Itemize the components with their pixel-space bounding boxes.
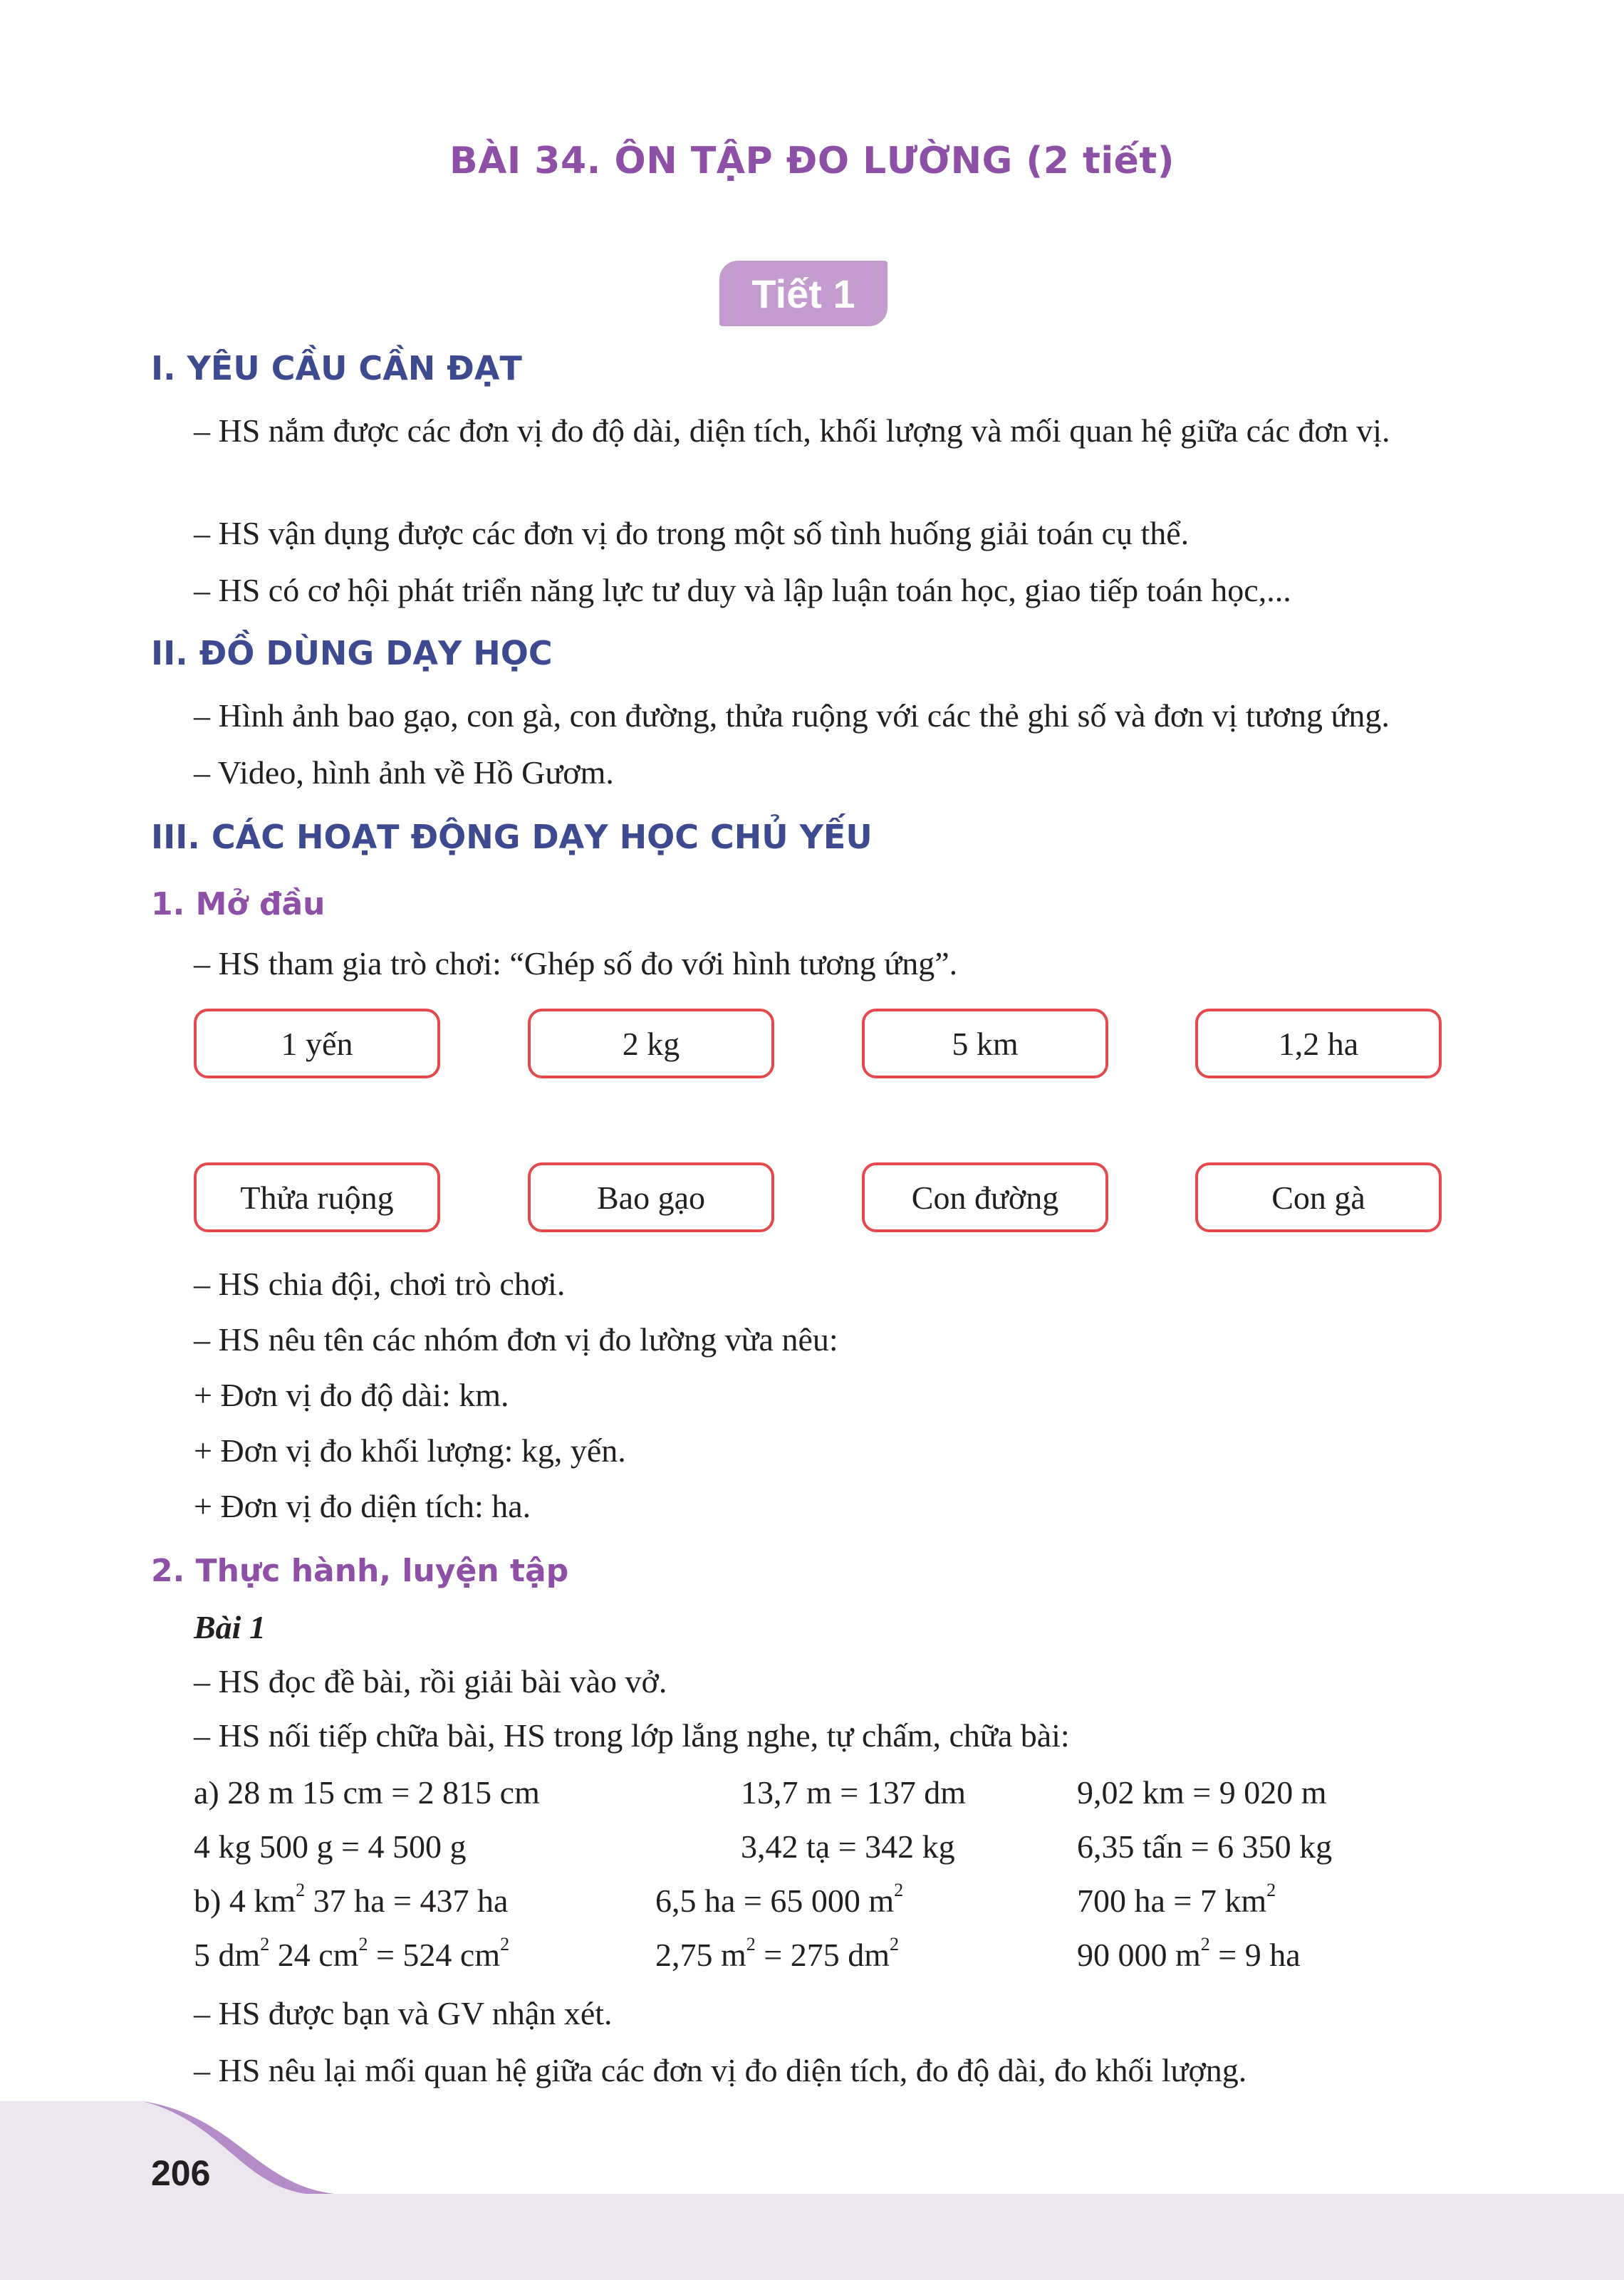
answer-cell: 5 dm2 24 cm2 = 524 cm2: [194, 1934, 510, 1974]
object-card: Con gà: [1195, 1162, 1442, 1232]
answer-cell: b) 4 km2 37 ha = 437 ha: [194, 1880, 509, 1920]
exercise-title: Bài 1: [194, 1609, 266, 1645]
measure-card: 1 yến: [194, 1009, 440, 1078]
answer-cell: 700 ha = 7 km2: [1077, 1880, 1276, 1920]
answer-cell: 6,35 tấn = 6 350 kg: [1077, 1828, 1333, 1865]
requirement-line: – HS có cơ hội phát triển năng lực tư du…: [194, 572, 1291, 608]
closing-line: – HS được bạn và GV nhận xét.: [194, 1995, 613, 2031]
requirement-line: – HS vận dụng được các đơn vị đo trong m…: [194, 515, 1190, 551]
intro-after-line: – HS nêu tên các nhóm đơn vị đo lường vừ…: [194, 1321, 838, 1358]
answer-cell: 90 000 m2 = 9 ha: [1077, 1934, 1301, 1974]
page-number: 206: [151, 2153, 211, 2193]
section-heading-requirements: I. YÊU CẦU CẦN ĐẠT: [151, 349, 522, 387]
object-card: Bao gạo: [528, 1162, 774, 1232]
measure-card: 2 kg: [528, 1009, 774, 1078]
answer-cell: 3,42 tạ = 342 kg: [741, 1828, 955, 1865]
answer-cell: 13,7 m = 137 dm: [741, 1774, 967, 1811]
object-card: Con đường: [862, 1162, 1108, 1232]
lesson-period-badge: Tiết 1: [719, 261, 888, 326]
intro-after-line: – HS chia đội, chơi trò chơi.: [194, 1266, 566, 1302]
answer-cell: 9,02 km = 9 020 m: [1077, 1774, 1327, 1811]
answer-cell: a) 28 m 15 cm = 2 815 cm: [194, 1774, 540, 1811]
answer-cell: 4 kg 500 g = 4 500 g: [194, 1828, 467, 1865]
unit-group-line: + Đơn vị đo độ dài: km.: [194, 1377, 509, 1413]
section-heading-materials: II. ĐỒ DÙNG DẠY HỌC: [151, 634, 553, 672]
answer-cell: 6,5 ha = 65 000 m2: [655, 1880, 904, 1920]
page-title: BÀI 34. ÔN TẬP ĐO LƯỜNG (2 tiết): [449, 140, 1175, 182]
requirement-line: – HS nắm được các đơn vị đo độ dài, diện…: [194, 412, 1390, 449]
subsection-heading-intro: 1. Mở đầu: [151, 886, 326, 922]
closing-line: – HS nêu lại mối quan hệ giữa các đơn vị…: [194, 2052, 1247, 2088]
intro-line: – HS tham gia trò chơi: “Ghép số đo với …: [194, 945, 958, 982]
measure-card: 5 km: [862, 1009, 1108, 1078]
unit-group-line: + Đơn vị đo khối lượng: kg, yến.: [194, 1432, 626, 1469]
materials-line: – Hình ảnh bao gạo, con gà, con đường, t…: [194, 697, 1390, 734]
exercise-line: – HS nối tiếp chữa bài, HS trong lớp lắn…: [194, 1717, 1070, 1754]
materials-line: – Video, hình ảnh về Hồ Gươm.: [194, 754, 614, 791]
subsection-heading-practice: 2. Thực hành, luyện tập: [151, 1553, 569, 1589]
answer-cell: 2,75 m2 = 275 dm2: [655, 1934, 900, 1974]
footer-wave-decoration: [0, 2101, 1624, 2280]
section-heading-activities: III. CÁC HOẠT ĐỘNG DẠY HỌC CHỦ YẾU: [151, 818, 873, 856]
object-card: Thửa ruộng: [194, 1162, 440, 1232]
unit-group-line: + Đơn vị đo diện tích: ha.: [194, 1488, 531, 1524]
measure-card: 1,2 ha: [1195, 1009, 1442, 1078]
exercise-line: – HS đọc đề bài, rồi giải bài vào vở.: [194, 1663, 667, 1699]
